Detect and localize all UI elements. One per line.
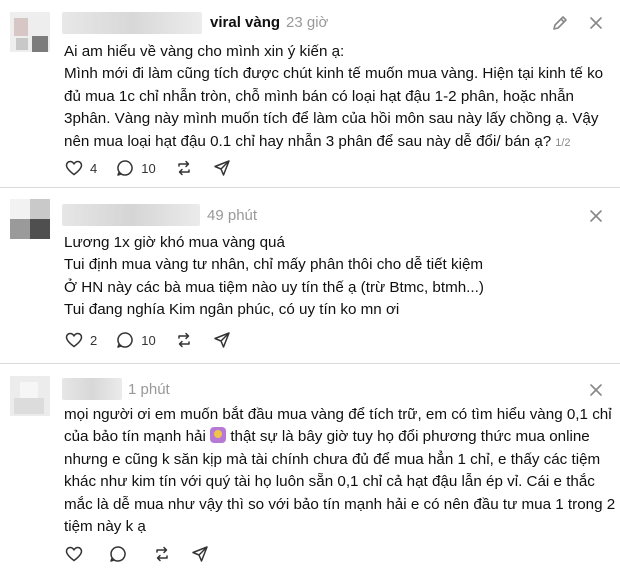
- timestamp: 23 giờ: [286, 14, 329, 31]
- timestamp: 49 phút: [207, 207, 258, 224]
- heart-icon: [65, 332, 83, 348]
- like-count: 2: [90, 332, 98, 348]
- post-line: Ở HN này các bà mua tiệm nào uy tín thế …: [64, 278, 484, 296]
- comment-button[interactable]: 10: [115, 330, 156, 350]
- username[interactable]: viral vàng: [210, 14, 280, 31]
- post-line: 3phân. Vàng này mình muốn tích để làm củ…: [64, 110, 599, 128]
- post-line: Lương 1x giờ khó mua vàng quá: [64, 234, 285, 251]
- comment-count: 10: [141, 332, 156, 348]
- share-icon: [192, 546, 208, 562]
- avatar[interactable]: [10, 12, 50, 52]
- repost-icon: [177, 332, 190, 348]
- post-line: Tui định mua vàng tư nhân, chỉ mấy phân …: [64, 256, 484, 274]
- like-button[interactable]: [64, 544, 90, 564]
- repost-button[interactable]: [152, 544, 172, 564]
- action-bar: [64, 542, 228, 566]
- comment-button[interactable]: 10: [115, 158, 156, 178]
- emoji-sticker: [210, 427, 227, 444]
- comment-button[interactable]: [108, 544, 134, 564]
- edit-icon[interactable]: [550, 13, 570, 33]
- redacted-name: [62, 204, 200, 226]
- share-button[interactable]: [190, 544, 210, 564]
- repost-icon: [156, 546, 168, 562]
- avatar[interactable]: [10, 376, 50, 416]
- post-line: của bảo tín mạnh hải: [64, 428, 206, 446]
- comment-icon: [110, 546, 126, 562]
- action-bar: 4 10: [64, 156, 250, 180]
- repost-icon: [177, 160, 190, 176]
- post-line: nên mua loại hạt đậu 0.1 chỉ hay nhẫn 3 …: [64, 132, 552, 150]
- post-line: nhưng e cũng k săn kịp mà tài chính chưa…: [64, 450, 601, 468]
- post-line: đủ mua 1c chỉ nhẫn tròn, chỗ mình bán có…: [64, 87, 574, 105]
- post-body: Ai am hiểu về vàng cho mình xin ý kiến ạ…: [64, 41, 603, 154]
- share-icon: [213, 160, 230, 176]
- post-body: Lương 1x giờ khó mua vàng quá Tui định m…: [64, 232, 484, 322]
- post-line: khác như kim tín với quý tài họ luôn sẵn…: [64, 473, 595, 491]
- post-line: Tui đang nghía Kim ngân phúc, có uy tín …: [64, 301, 400, 319]
- post-line: mắc là dễ mua như vậy thì so với bảo tín…: [64, 495, 616, 513]
- share-icon: [213, 332, 230, 348]
- post-line: tiệm này k ạ: [64, 518, 146, 536]
- heart-icon: [65, 546, 83, 562]
- more-icon[interactable]: [586, 13, 606, 33]
- post-body: mọi người ơi em muốn bắt đầu mua vàng để…: [64, 404, 615, 538]
- like-button[interactable]: 2: [64, 330, 97, 350]
- post-line: thật sự là bây giờ tuy họ đổi phương thứ…: [226, 428, 590, 446]
- like-button[interactable]: 4: [64, 158, 97, 178]
- post-line: mọi người ơi em muốn bắt đầu mua vàng để…: [64, 406, 612, 423]
- comment-icon: [117, 160, 133, 176]
- more-icon[interactable]: [586, 206, 606, 226]
- comment-icon: [117, 332, 133, 348]
- repost-button[interactable]: [174, 330, 194, 350]
- more-icon[interactable]: [586, 380, 606, 400]
- heart-icon: [65, 160, 83, 176]
- post-line: Mình mới đi làm cũng tích được chút kinh…: [64, 65, 604, 83]
- repost-button[interactable]: [174, 158, 194, 178]
- carousel-pager: 1/2: [555, 136, 571, 149]
- action-bar: 2 10: [64, 328, 250, 352]
- redacted-name: [62, 378, 122, 400]
- post-3: 1 phút mọi người ơi em muốn bắt đầu mua …: [0, 364, 620, 572]
- like-count: 4: [90, 160, 98, 176]
- share-button[interactable]: [212, 330, 232, 350]
- post-1: viral vàng 23 giờ Ai am hiểu về vàng cho…: [0, 0, 620, 186]
- share-button[interactable]: [212, 158, 232, 178]
- post-2: 49 phút Lương 1x giờ khó mua vàng quá Tu…: [0, 188, 620, 360]
- timestamp: 1 phút: [128, 381, 170, 398]
- redacted-name: [62, 12, 202, 34]
- comment-count: 10: [141, 160, 156, 176]
- post-line: Ai am hiểu về vàng cho mình xin ý kiến ạ…: [64, 43, 345, 60]
- avatar[interactable]: [10, 199, 50, 239]
